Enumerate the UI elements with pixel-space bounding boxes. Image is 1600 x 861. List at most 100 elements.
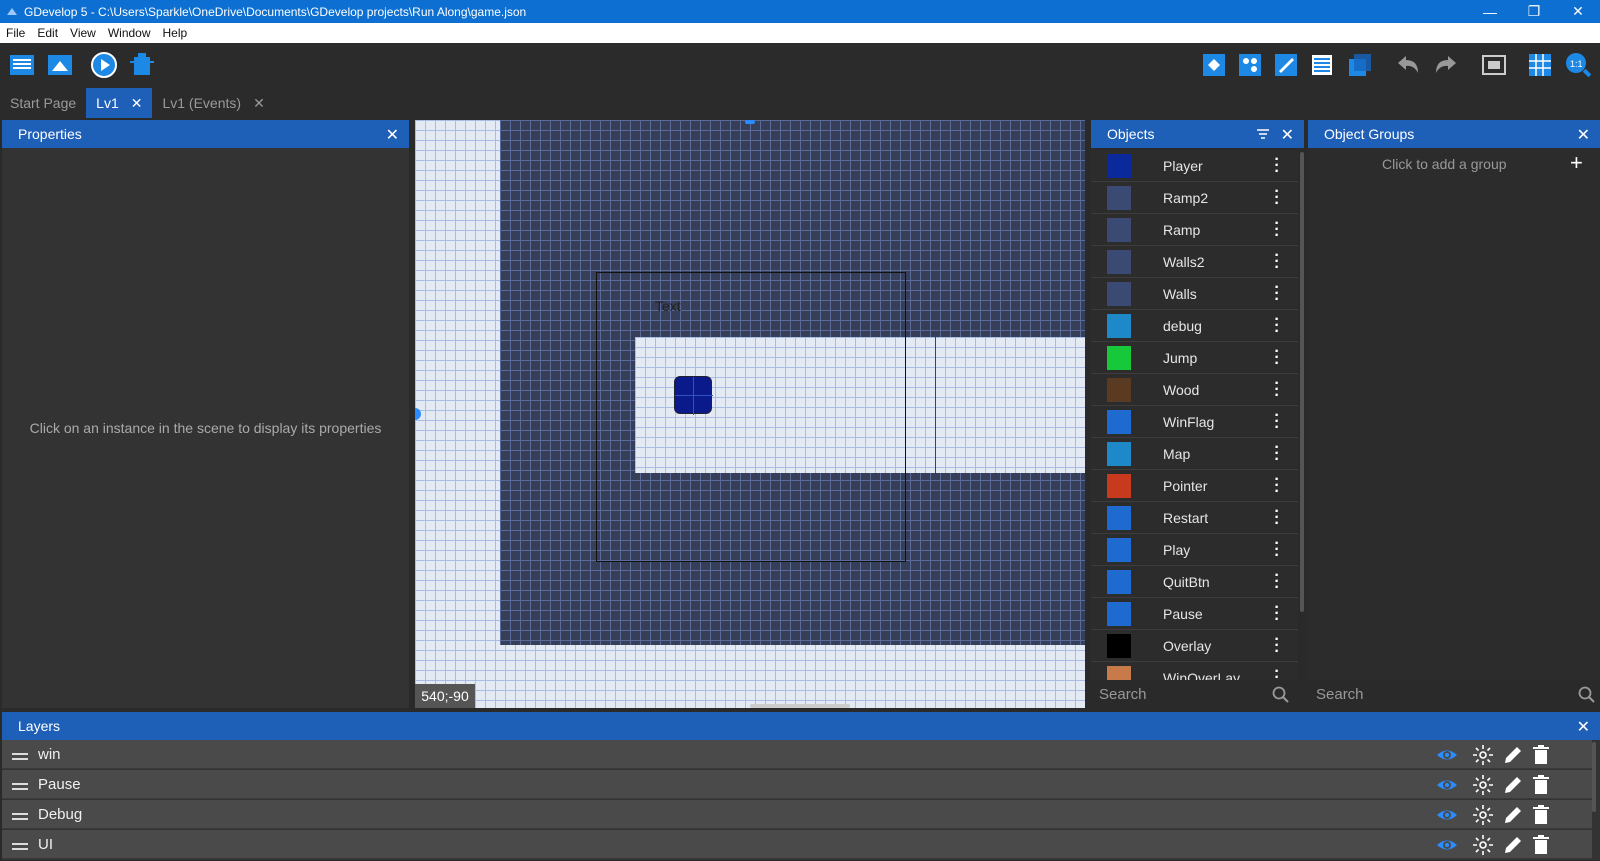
lighting-icon[interactable]	[1472, 804, 1494, 826]
delete-trash-icon[interactable]	[1530, 834, 1552, 856]
object-panel-icon[interactable]	[1198, 49, 1230, 81]
player-instance[interactable]	[674, 376, 713, 415]
objects-scrollbar[interactable]	[1300, 152, 1304, 612]
filter-icon[interactable]	[1256, 128, 1270, 140]
layer-name[interactable]: win	[38, 746, 61, 763]
more-options-icon[interactable]: ···	[1273, 247, 1281, 275]
add-group-icon[interactable]: +	[1570, 150, 1583, 176]
layer-name[interactable]: UI	[38, 836, 53, 853]
edit-pencil-icon[interactable]	[1502, 834, 1524, 856]
object-groups-icon[interactable]	[1234, 49, 1266, 81]
zoom-reset-icon[interactable]: 1:1	[1562, 49, 1594, 81]
more-options-icon[interactable]: ···	[1273, 599, 1281, 627]
layer-row[interactable]: Debug	[2, 800, 1592, 829]
menu-view[interactable]: View	[64, 26, 102, 40]
object-item[interactable]: Play · · ·	[1091, 534, 1298, 566]
more-options-icon[interactable]: ···	[1273, 279, 1281, 307]
more-options-icon[interactable]: ···	[1273, 183, 1281, 211]
visibility-eye-icon[interactable]	[1436, 834, 1458, 856]
close-properties-icon[interactable]: ✕	[386, 125, 399, 145]
delete-trash-icon[interactable]	[1530, 804, 1552, 826]
more-options-icon[interactable]: ···	[1273, 631, 1281, 659]
menu-help[interactable]: Help	[157, 26, 194, 40]
lighting-icon[interactable]	[1472, 774, 1494, 796]
groups-search-input[interactable]: Search	[1308, 680, 1600, 708]
properties-panel-icon[interactable]	[1270, 49, 1302, 81]
object-item[interactable]: Player · · ·	[1091, 150, 1298, 182]
more-options-icon[interactable]: ···	[1273, 151, 1281, 179]
canvas-horizontal-scrollbar[interactable]	[750, 704, 850, 708]
close-object-groups-icon[interactable]: ✕	[1577, 125, 1590, 145]
more-options-icon[interactable]: ···	[1273, 343, 1281, 371]
more-options-icon[interactable]: ···	[1273, 375, 1281, 403]
object-item[interactable]: Overlay · · ·	[1091, 630, 1298, 662]
visibility-eye-icon[interactable]	[1436, 774, 1458, 796]
minimize-button[interactable]: —	[1468, 0, 1512, 23]
instances-list-icon[interactable]	[1306, 49, 1338, 81]
menu-window[interactable]: Window	[102, 26, 157, 40]
viewport-left-handle[interactable]	[415, 408, 421, 420]
object-item[interactable]: WinOverLay ···	[1091, 662, 1298, 680]
close-layers-icon[interactable]: ✕	[1577, 717, 1590, 737]
edit-pencil-icon[interactable]	[1502, 774, 1524, 796]
tab-lv1-events[interactable]: Lv1 (Events) ✕	[152, 88, 274, 118]
menu-file[interactable]: File	[0, 26, 31, 40]
restore-button[interactable]: ❐	[1512, 0, 1556, 23]
more-options-icon[interactable]: ···	[1273, 663, 1281, 680]
layers-scrollbar[interactable]	[1592, 742, 1596, 812]
more-options-icon[interactable]: ···	[1273, 535, 1281, 563]
object-item[interactable]: Ramp2 · · ·	[1091, 182, 1298, 214]
object-item[interactable]: Ramp · · ·	[1091, 214, 1298, 246]
more-options-icon[interactable]: ···	[1273, 567, 1281, 595]
object-item[interactable]: Wood · · ·	[1091, 374, 1298, 406]
object-item[interactable]: Restart · · ·	[1091, 502, 1298, 534]
object-item[interactable]: Map · · ·	[1091, 438, 1298, 470]
layer-row[interactable]: win	[2, 740, 1592, 769]
lighting-icon[interactable]	[1472, 834, 1494, 856]
more-options-icon[interactable]: ···	[1273, 439, 1281, 467]
more-options-icon[interactable]: ···	[1273, 311, 1281, 339]
more-options-icon[interactable]: ···	[1273, 407, 1281, 435]
object-item[interactable]: Walls2 · · ·	[1091, 246, 1298, 278]
object-item[interactable]: debug · · ·	[1091, 310, 1298, 342]
redo-icon[interactable]	[1430, 49, 1462, 81]
close-window-button[interactable]: ✕	[1556, 0, 1600, 23]
close-tab-icon[interactable]: ✕	[253, 95, 265, 112]
drag-handle-icon[interactable]	[12, 779, 28, 790]
undo-icon[interactable]	[1392, 49, 1424, 81]
drag-handle-icon[interactable]	[12, 749, 28, 760]
menu-edit[interactable]: Edit	[31, 26, 64, 40]
object-item[interactable]: WinFlag · · ·	[1091, 406, 1298, 438]
close-objects-icon[interactable]: ✕	[1281, 125, 1294, 145]
object-item[interactable]: Pause · · ·	[1091, 598, 1298, 630]
object-item[interactable]: Walls · · ·	[1091, 278, 1298, 310]
text-object-label[interactable]: Text	[655, 298, 681, 314]
layer-name[interactable]: Debug	[38, 806, 82, 823]
grid-toggle-icon[interactable]	[1524, 49, 1556, 81]
object-item[interactable]: Pointer · · ·	[1091, 470, 1298, 502]
viewport-top-handle[interactable]	[745, 120, 755, 124]
delete-trash-icon[interactable]	[1530, 744, 1552, 766]
more-options-icon[interactable]: ···	[1273, 503, 1281, 531]
layer-row[interactable]: Pause	[2, 770, 1592, 799]
layers-panel-icon[interactable]	[1344, 49, 1376, 81]
edit-pencil-icon[interactable]	[1502, 744, 1524, 766]
edit-pencil-icon[interactable]	[1502, 804, 1524, 826]
visibility-eye-icon[interactable]	[1436, 744, 1458, 766]
drag-handle-icon[interactable]	[12, 839, 28, 850]
preview-play-icon[interactable]	[88, 49, 120, 81]
lighting-icon[interactable]	[1472, 744, 1494, 766]
close-tab-icon[interactable]: ✕	[131, 95, 143, 112]
tab-lv1[interactable]: Lv1 ✕	[86, 88, 153, 118]
project-manager-icon[interactable]	[6, 49, 38, 81]
more-options-icon[interactable]: ···	[1273, 215, 1281, 243]
debugger-icon[interactable]	[126, 49, 158, 81]
object-item[interactable]: Jump · · ·	[1091, 342, 1298, 374]
open-scene-icon[interactable]	[44, 49, 76, 81]
delete-trash-icon[interactable]	[1530, 774, 1552, 796]
object-item[interactable]: QuitBtn · · ·	[1091, 566, 1298, 598]
mask-toggle-icon[interactable]	[1478, 49, 1510, 81]
more-options-icon[interactable]: ···	[1273, 471, 1281, 499]
scene-canvas[interactable]: Text	[415, 120, 1085, 708]
drag-handle-icon[interactable]	[12, 809, 28, 820]
